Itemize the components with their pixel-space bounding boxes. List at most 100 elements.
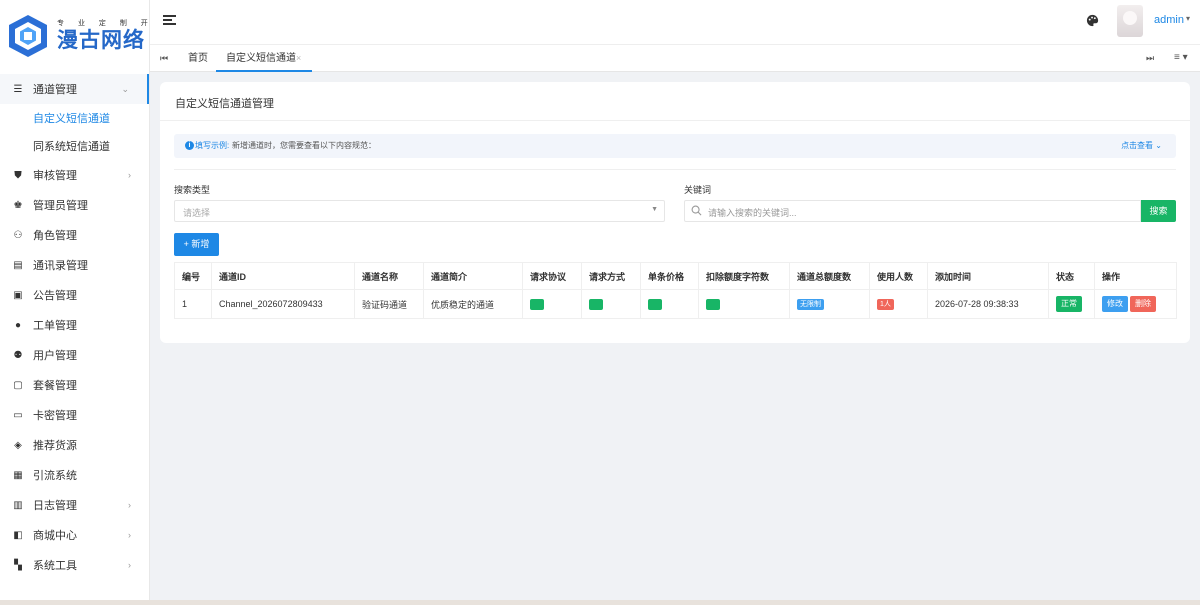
table-row: 1 Channel_2026072809433 验证码通道 优质稳定的通道 无限制 1人…: [174, 289, 1177, 319]
column-header: 请求方式: [581, 262, 641, 290]
sidebar-item[interactable]: ♚ 管理员管理: [0, 190, 149, 220]
table-cell: [640, 289, 699, 319]
column-header: 扣除额度字符数: [698, 262, 790, 290]
table-cell: 无限制: [789, 289, 870, 319]
column-header: 通道名称: [354, 262, 424, 290]
menu-toggle-icon[interactable]: [163, 15, 176, 25]
sidebar-subitem[interactable]: 同系统短信通道: [0, 132, 149, 160]
card-icon: ▭: [13, 409, 23, 421]
protocol-badge: [530, 299, 544, 310]
users-badge: 1人: [877, 299, 894, 310]
sidebar-item-label: 商城中心: [33, 530, 77, 542]
column-header: 请求协议: [522, 262, 582, 290]
table-cell: 1: [174, 289, 212, 319]
sidebar-item-label: 工单管理: [33, 320, 77, 332]
avatar[interactable]: [1117, 5, 1143, 37]
brand-logo[interactable]: 专 业 定 制 开 发 漫古网络: [0, 0, 169, 72]
notice-view-link[interactable]: 点击查看 ⌄: [1121, 140, 1162, 151]
keyword-placeholder: 请输入搜索的关键词...: [708, 208, 797, 218]
table-cell: [522, 289, 582, 319]
grid-icon: ▚: [14, 559, 22, 571]
table-cell: [581, 289, 641, 319]
price-badge: [648, 299, 662, 310]
notice-text: 新增通道时，您需要查看以下内容规范：: [232, 141, 376, 150]
status-badge: 正常: [1056, 296, 1082, 312]
table-cell: 2026-07-28 09:38:33: [927, 289, 1049, 319]
palette-icon[interactable]: [1086, 14, 1099, 27]
keyword-input[interactable]: 请输入搜索的关键词...: [684, 200, 1141, 222]
chevron-down-icon[interactable]: ▾: [1186, 14, 1190, 23]
chat-icon: ●: [14, 319, 22, 331]
sidebar-item-label: 通道管理: [33, 84, 77, 96]
keyword-label: 关键词: [684, 185, 712, 195]
tab-scroll-left-icon[interactable]: ⏮: [160, 53, 168, 64]
sidebar-item[interactable]: ◈ 推荐货源: [0, 430, 149, 460]
sidebar-item[interactable]: ⚇ 角色管理: [0, 220, 149, 250]
admin-icon: ♚: [13, 199, 23, 211]
sidebar-item[interactable]: ▥ 日志管理 ›: [0, 490, 149, 520]
channel-name: 验证码通道: [362, 299, 408, 310]
sidebar-item-label: 套餐管理: [33, 380, 77, 392]
shop-icon: ◧: [13, 529, 23, 541]
method-badge: [589, 299, 603, 310]
column-header: 通道简介: [423, 262, 523, 290]
edit-button[interactable]: 修改: [1102, 296, 1128, 312]
bottom-strip: [0, 600, 1200, 605]
sidebar-item[interactable]: ▣ 公告管理: [0, 280, 149, 310]
sidebar-item-label: 公告管理: [33, 290, 77, 302]
sidebar-item[interactable]: ⚉ 用户管理: [0, 340, 149, 370]
column-header: 编号: [174, 262, 212, 290]
close-icon[interactable]: ×: [296, 53, 301, 63]
sidebar-item-label: 系统工具: [33, 560, 77, 572]
sidebar-item[interactable]: ▭ 卡密管理: [0, 400, 149, 430]
sidebar-item[interactable]: ▤ 通讯录管理: [0, 250, 149, 280]
search-type-placeholder: 请选择: [183, 208, 211, 218]
column-header: 使用人数: [869, 262, 928, 290]
calendar-icon: ▥: [13, 499, 23, 511]
search-button[interactable]: 搜索: [1141, 200, 1176, 222]
add-button[interactable]: + 新增: [174, 233, 219, 256]
username[interactable]: admin: [1154, 14, 1184, 26]
sidebar-item[interactable]: ☰ 通道管理 ⌄: [0, 74, 149, 104]
chevron-right-icon: ›: [128, 170, 131, 180]
column-header: 状态: [1048, 262, 1095, 290]
package-icon: ▢: [13, 379, 23, 391]
tab-options-icon[interactable]: ≡ ▾: [1174, 52, 1188, 63]
page-title: 自定义短信通道管理: [175, 98, 274, 110]
sidebar-item[interactable]: ● 工单管理: [0, 310, 149, 340]
sidebar-item-label: 通讯录管理: [33, 260, 88, 272]
sidebar-item[interactable]: ▦ 引流系统: [0, 460, 149, 490]
column-header: 通道ID: [211, 262, 355, 290]
sidebar-item-label: 用户管理: [33, 350, 77, 362]
table-body: 1 Channel_2026072809433 验证码通道 优质稳定的通道 无限制 1人…: [174, 289, 1177, 319]
table-cell: 修改 删除: [1094, 289, 1177, 319]
search-type-select[interactable]: 请选择 ▼: [174, 200, 665, 222]
table-cell: 正常: [1048, 289, 1095, 319]
sidebar-item-label: 审核管理: [33, 170, 77, 182]
quota-badge: 无限制: [797, 299, 824, 310]
logo-icon: [9, 15, 47, 57]
top-bar: admin ▾: [150, 0, 1200, 44]
main-card: 自定义短信通道管理 i 填写示例: 新增通道时，您需要查看以下内容规范： 点击查…: [160, 82, 1190, 343]
table-cell: 验证码通道: [354, 289, 424, 319]
notice-bar: i 填写示例: 新增通道时，您需要查看以下内容规范： 点击查看 ⌄: [174, 134, 1176, 158]
tab-home[interactable]: 首页: [188, 45, 208, 72]
delete-button[interactable]: 删除: [1130, 296, 1156, 312]
sidebar-item[interactable]: ▢ 套餐管理: [0, 370, 149, 400]
column-header: 单条价格: [640, 262, 699, 290]
column-header: 操作: [1094, 262, 1177, 290]
divider: [160, 120, 1190, 121]
sidebar-item[interactable]: ⛊ 审核管理 ›: [0, 160, 149, 190]
notice-icon: ▣: [13, 289, 23, 301]
notice-label: 填写示例:: [195, 141, 230, 150]
info-icon: i: [185, 141, 194, 150]
deduct-chars-badge: [706, 299, 720, 310]
sidebar-subitem[interactable]: 自定义短信通道: [0, 104, 149, 132]
sidebar-item-label: 管理员管理: [33, 200, 88, 212]
sidebar-item[interactable]: ▚ 系统工具 ›: [0, 550, 149, 580]
tab-scroll-right-icon[interactable]: ⏭: [1146, 53, 1154, 64]
contact-card-icon: ▤: [13, 259, 23, 271]
group-icon: ⚉: [13, 349, 23, 361]
sidebar-item[interactable]: ◧ 商城中心 ›: [0, 520, 149, 550]
sidebar-item-label: 日志管理: [33, 500, 77, 512]
